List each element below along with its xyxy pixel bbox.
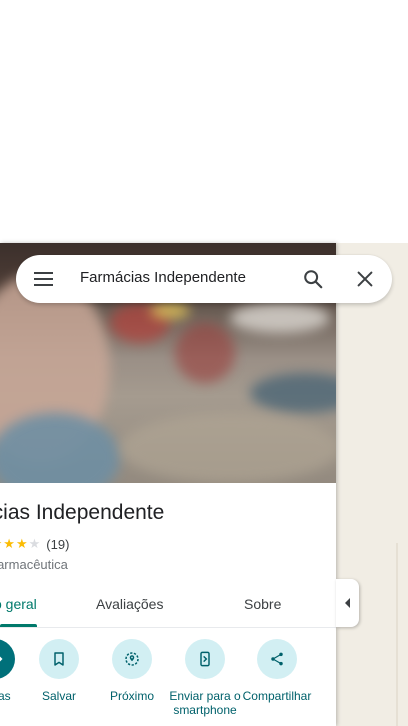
save-label: Salvar <box>41 689 76 703</box>
send-to-phone-icon <box>185 639 225 679</box>
action-buttons: Rotas Salvar Próximo Enviar para o smart… <box>0 639 336 726</box>
share-button[interactable]: Compartilhar <box>239 639 315 703</box>
send-to-phone-label: Enviar para o smartphone <box>169 689 241 717</box>
tab-reviews[interactable]: Avaliações <box>96 596 163 612</box>
empty-star: ★ <box>28 536 42 551</box>
bookmark-icon <box>39 639 79 679</box>
place-category[interactable]: Drogaria farmacêutica <box>0 557 68 572</box>
rating-stars: ★★★★★ <box>0 536 41 552</box>
save-button[interactable]: Salvar <box>21 639 97 703</box>
review-count[interactable]: (19) <box>46 537 69 552</box>
tab-about[interactable]: Sobre <box>244 596 281 612</box>
search-input[interactable]: Farmácias Independente <box>80 269 246 286</box>
nearby-button[interactable]: Próximo <box>94 639 170 703</box>
place-panel: Farmácias Independente ★★★★★ (19) Drogar… <box>0 243 336 726</box>
share-label: Compartilhar <box>242 689 312 703</box>
send-to-phone-button[interactable]: Enviar para o smartphone <box>167 639 243 717</box>
menu-icon[interactable] <box>34 271 54 287</box>
share-icon <box>257 639 297 679</box>
place-title: Farmácias Independente <box>0 501 165 524</box>
map-canvas[interactable] <box>336 243 408 726</box>
maps-page: Farmácias Independente ★★★★★ (19) Drogar… <box>0 0 408 726</box>
nearby-icon <box>112 639 152 679</box>
nearby-label: Próximo <box>109 689 154 703</box>
search-bar[interactable]: Farmácias Independente <box>16 255 392 303</box>
rating-row[interactable]: ★★★★★ (19) <box>0 536 69 552</box>
collapse-panel-button[interactable] <box>336 579 359 627</box>
directions-icon <box>0 639 15 679</box>
search-icon[interactable] <box>302 268 324 290</box>
place-tabs: Visão geral Avaliações Sobre <box>0 583 336 628</box>
tab-overview[interactable]: Visão geral <box>0 596 37 612</box>
filled-stars: ★★★★ <box>0 536 29 551</box>
active-tab-indicator <box>0 624 37 627</box>
close-icon[interactable] <box>354 268 376 290</box>
caret-left-icon <box>344 598 350 608</box>
